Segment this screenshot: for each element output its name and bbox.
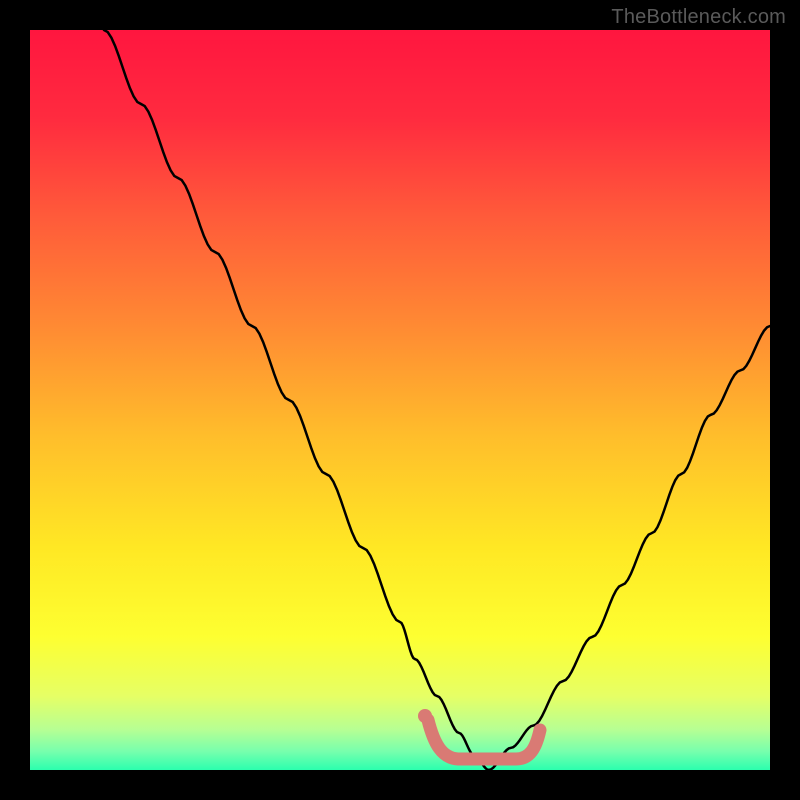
watermark-text: TheBottleneck.com bbox=[611, 6, 786, 29]
right-bottleneck-curve bbox=[489, 326, 770, 770]
optimal-point-marker bbox=[418, 709, 432, 723]
curve-layer bbox=[30, 30, 770, 770]
left-bottleneck-curve bbox=[104, 30, 489, 770]
plot-area bbox=[30, 30, 770, 770]
optimal-range-marker bbox=[428, 720, 540, 759]
